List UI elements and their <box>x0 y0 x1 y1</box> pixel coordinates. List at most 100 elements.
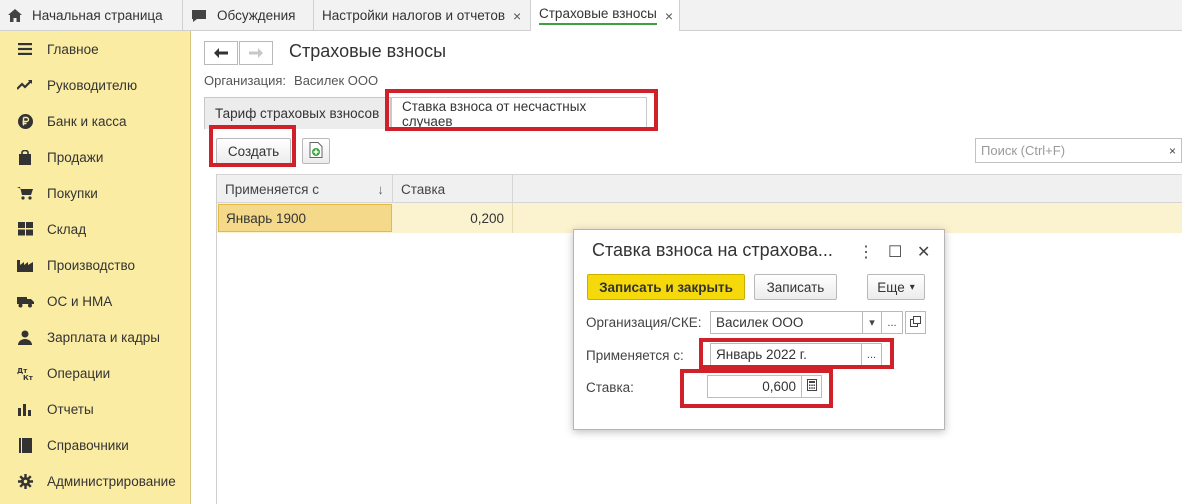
factory-icon <box>16 256 34 274</box>
tab-tax-settings-close-icon[interactable]: × <box>513 8 521 24</box>
tab-bar: Начальная страница Обсуждения Настройки … <box>0 0 1182 31</box>
home-icon <box>8 9 22 22</box>
save-label: Записать <box>766 279 825 295</box>
truck-icon <box>16 292 34 310</box>
sidebar-item-label: Покупки <box>47 185 98 201</box>
sidebar-item-admin[interactable]: Администрирование <box>0 463 191 499</box>
save-button[interactable]: Записать <box>754 274 837 300</box>
tab-tax-settings[interactable]: Настройки налогов и отчетов × <box>314 0 531 31</box>
highlight-applies-field <box>699 338 894 369</box>
tab-discussions[interactable]: Обсуждения <box>183 0 314 31</box>
org-line: Организация: Василек ООО <box>204 76 378 88</box>
sidebar-item-label: Производство <box>47 257 136 273</box>
more-label: Еще <box>877 279 905 295</box>
save-and-close-button[interactable]: Записать и закрыть <box>587 274 745 300</box>
org-field[interactable]: Василек ООО <box>710 311 863 334</box>
sidebar: Главное Руководителю Банк и касса Продаж… <box>0 31 191 504</box>
dt-kt-icon: Дт Кт <box>16 364 34 382</box>
search-clear-icon[interactable]: × <box>1164 138 1182 163</box>
tab-home-label: Начальная страница <box>32 8 163 23</box>
dialog-close-icon[interactable]: ✕ <box>917 242 930 262</box>
sidebar-item-salary[interactable]: Зарплата и кадры <box>0 319 191 355</box>
copy-create-button[interactable] <box>302 138 330 164</box>
highlight-create-button <box>209 125 296 167</box>
cell-rate[interactable]: 0,200 <box>393 203 513 233</box>
sidebar-item-label: Справочники <box>47 437 129 453</box>
menu-icon <box>16 40 34 58</box>
warehouse-icon <box>16 220 34 238</box>
org-dropdown-button[interactable]: ▾ <box>862 311 882 334</box>
column-header-applies[interactable]: Применяется с ↓ <box>217 175 393 203</box>
column-header-rate-label: Ставка <box>401 181 446 197</box>
bag-icon <box>16 148 34 166</box>
dialog-more-icon[interactable]: ⋮ <box>858 242 874 262</box>
dialog-maximize-icon[interactable]: ☐ <box>888 242 902 262</box>
sidebar-item-label: Операции <box>47 365 111 381</box>
more-button[interactable]: Еще ▾ <box>867 274 925 300</box>
applies-field-label: Применяется с: <box>586 348 684 363</box>
org-value[interactable]: Василек ООО <box>294 76 378 88</box>
chevron-down-icon: ▾ <box>869 317 875 329</box>
sidebar-item-label: ОС и НМА <box>47 293 113 309</box>
add-document-icon <box>309 141 323 161</box>
sidebar-item-purchases[interactable]: Покупки <box>0 175 191 211</box>
sidebar-item-catalogs[interactable]: Справочники <box>0 427 191 463</box>
sidebar-item-label: Руководителю <box>47 77 138 93</box>
tab-tax-settings-label: Настройки налогов и отчетов <box>322 8 505 23</box>
highlight-accident-tab <box>385 89 658 131</box>
org-field-value: Василек ООО <box>716 315 804 330</box>
arrow-right-icon <box>249 45 263 62</box>
sidebar-item-main[interactable]: Главное <box>0 31 191 67</box>
dialog-title: Ставка взноса на страхова... <box>592 240 833 260</box>
column-header-applies-label: Применяется с <box>225 181 319 197</box>
sidebar-item-fixed-assets[interactable]: ОС и НМА <box>0 283 191 319</box>
org-field-label: Организация/СКЕ: <box>586 315 702 330</box>
book-icon <box>16 436 34 454</box>
trend-icon <box>16 76 34 94</box>
sidebar-item-label: Зарплата и кадры <box>47 329 160 345</box>
org-open-button[interactable] <box>905 311 926 334</box>
cell-applies[interactable]: Январь 1900 <box>218 204 392 232</box>
rate-field-label: Ставка: <box>586 380 634 395</box>
forward-button[interactable] <box>239 41 273 65</box>
org-select-button[interactable]: ... <box>881 311 903 334</box>
highlight-rate-field <box>680 369 833 408</box>
gear-icon <box>16 472 34 490</box>
ellipsis-icon: ... <box>887 316 897 329</box>
ruble-icon <box>16 112 34 130</box>
sidebar-item-manager[interactable]: Руководителю <box>0 67 191 103</box>
sidebar-item-label: Склад <box>47 221 87 237</box>
open-window-icon <box>910 315 921 330</box>
sidebar-item-sales[interactable]: Продажи <box>0 139 191 175</box>
sort-down-icon: ↓ <box>377 181 384 197</box>
bar-chart-icon <box>16 400 34 418</box>
sidebar-item-operations[interactable]: Дт Кт Операции <box>0 355 191 391</box>
tab-insurance-label: Страховые взносы <box>539 6 657 25</box>
sidebar-item-label: Продажи <box>47 149 104 165</box>
org-label: Организация: <box>204 76 287 88</box>
tab-insurance-close-icon[interactable]: × <box>665 8 673 24</box>
svg-text:Кт: Кт <box>23 374 33 381</box>
tab-home[interactable]: Начальная страница <box>0 0 183 31</box>
tab-tariff-label: Тариф страховых взносов <box>215 106 380 121</box>
search-placeholder: Поиск (Ctrl+F) <box>981 143 1066 158</box>
back-button[interactable] <box>204 41 238 65</box>
tab-discussions-label: Обсуждения <box>217 8 296 23</box>
sidebar-item-reports[interactable]: Отчеты <box>0 391 191 427</box>
column-header-rate[interactable]: Ставка <box>393 175 513 203</box>
sidebar-item-warehouse[interactable]: Склад <box>0 211 191 247</box>
search-input[interactable]: Поиск (Ctrl+F) <box>975 138 1165 163</box>
tab-insurance[interactable]: Страховые взносы × <box>531 0 680 31</box>
chevron-down-icon: ▾ <box>909 281 915 293</box>
sidebar-item-production[interactable]: Производство <box>0 247 191 283</box>
sidebar-item-label: Администрирование <box>47 473 176 489</box>
sidebar-item-bank[interactable]: Банк и касса <box>0 103 191 139</box>
page-title: Страховые взносы <box>289 41 447 61</box>
sidebar-item-label: Главное <box>47 41 99 57</box>
person-icon <box>16 328 34 346</box>
sidebar-item-label: Отчеты <box>47 401 94 417</box>
chat-icon <box>191 9 207 23</box>
sidebar-item-label: Банк и касса <box>47 113 127 129</box>
arrow-left-icon <box>214 45 228 62</box>
save-and-close-label: Записать и закрыть <box>599 279 733 295</box>
